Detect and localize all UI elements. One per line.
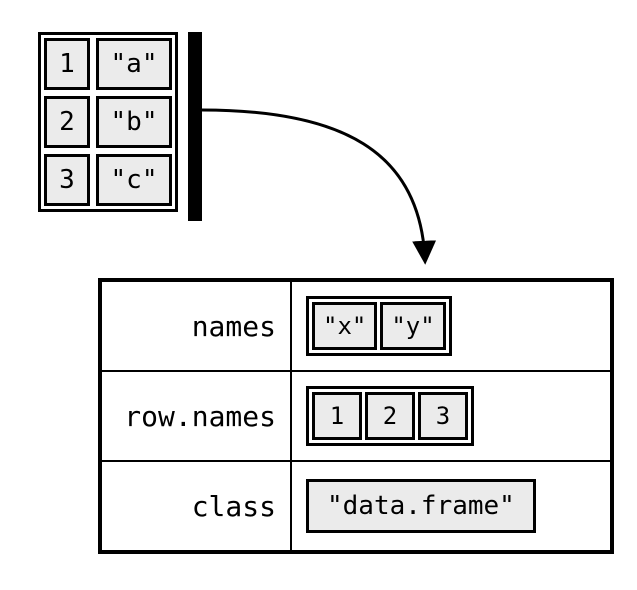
diagram-stage: 1 "a" 2 "b" 3 "c" names "x" "y" row bbox=[0, 0, 637, 590]
vector-cell: "y" bbox=[380, 302, 445, 350]
class-value: "data.frame" bbox=[306, 479, 536, 533]
data-cell: "a" bbox=[96, 38, 172, 90]
attr-label-class: class bbox=[101, 461, 291, 551]
data-cell: 3 bbox=[44, 154, 90, 206]
data-cell: 1 bbox=[44, 38, 90, 90]
vector-cell: 3 bbox=[418, 392, 468, 440]
attr-value-class: "data.frame" bbox=[291, 461, 611, 551]
names-vector: "x" "y" bbox=[306, 296, 452, 356]
attributes-tab bbox=[188, 32, 202, 221]
vector-cell: "x" bbox=[312, 302, 377, 350]
attr-value-names: "x" "y" bbox=[291, 281, 611, 371]
attr-label-rownames: row.names bbox=[101, 371, 291, 461]
vector-cell: 2 bbox=[365, 392, 415, 440]
attributes-table: names "x" "y" row.names 1 2 3 class "dat… bbox=[98, 278, 614, 554]
vector-cell: 1 bbox=[312, 392, 362, 440]
rownames-vector: 1 2 3 bbox=[306, 386, 474, 446]
data-cell: "b" bbox=[96, 96, 172, 148]
data-cell: 2 bbox=[44, 96, 90, 148]
attr-value-rownames: 1 2 3 bbox=[291, 371, 611, 461]
data-table: 1 "a" 2 "b" 3 "c" bbox=[38, 32, 178, 212]
attr-label-names: names bbox=[101, 281, 291, 371]
data-cell: "c" bbox=[96, 154, 172, 206]
